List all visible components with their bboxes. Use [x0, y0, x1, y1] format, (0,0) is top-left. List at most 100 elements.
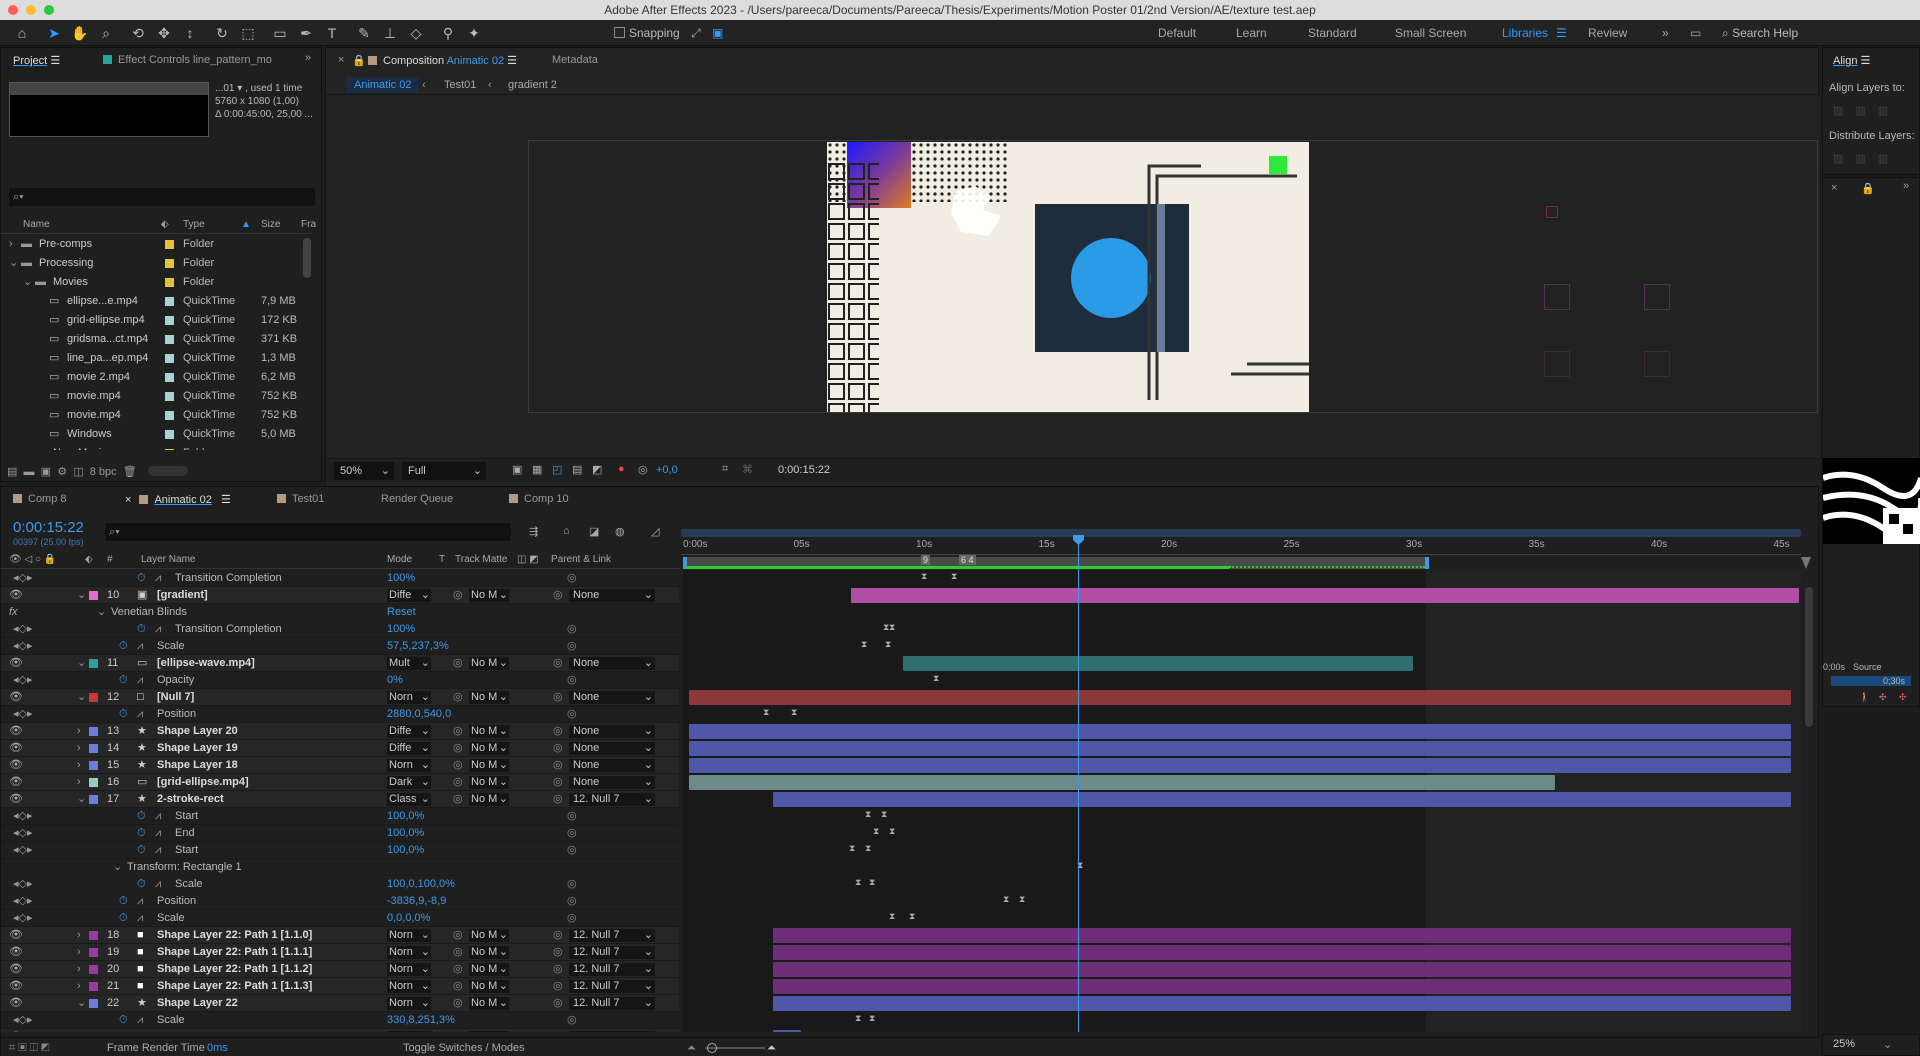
right-zoom-value[interactable]: 25% — [1833, 1038, 1855, 1050]
keyframe-navigator-icon[interactable]: ◂◇▸ — [13, 893, 33, 910]
disclosure-triangle-icon[interactable]: › — [77, 944, 81, 961]
project-item[interactable]: ⌄▬ New Movies Folder — [1, 444, 301, 450]
property-value[interactable]: 57,5,237,3% — [387, 638, 449, 655]
property-value[interactable]: 100,0% — [387, 825, 424, 842]
label-color-swatch[interactable] — [165, 240, 174, 249]
minimize-window-button[interactable] — [26, 5, 36, 15]
track-matte-pickwhip-icon[interactable]: ◎ — [453, 1029, 463, 1032]
property-row[interactable]: ◂◇▸ ⏱ ⩘ Position 2880,0,540,0 ◎ — [1, 706, 679, 723]
stopwatch-icon[interactable]: ⏱ — [137, 842, 146, 859]
label-color-swatch[interactable] — [165, 449, 174, 450]
color-channels-icon[interactable]: ● — [618, 463, 625, 475]
parent-dropdown[interactable]: 12. Null 7 ⌄ — [569, 980, 655, 993]
parent-dropdown[interactable]: 12. Null 7 ⌄ — [569, 929, 655, 942]
property-row[interactable]: ◂◇▸ ⏱ ⩘ Scale 330,8,251,3% ◎ — [1, 1012, 679, 1029]
track-matte-dropdown[interactable]: No M⌄ — [469, 742, 509, 755]
breadcrumb-item[interactable]: Test01 — [444, 79, 476, 91]
keyframe-icon[interactable]: ⧗ — [881, 809, 889, 820]
label-color-swatch[interactable] — [89, 761, 98, 770]
expression-pickwhip-icon[interactable]: ◎ — [567, 842, 577, 859]
close-window-button[interactable] — [8, 5, 18, 15]
visibility-eye-icon[interactable]: 👁 — [9, 978, 23, 995]
project-item[interactable]: › ▬ Pre-comps Folder — [1, 235, 301, 254]
workspace-default[interactable]: Default — [1158, 26, 1196, 40]
track-matte-dropdown[interactable]: No M⌄ — [469, 725, 509, 738]
parent-pickwhip-icon[interactable]: ◎ — [553, 978, 563, 995]
disclosure-triangle-icon[interactable]: › — [77, 757, 81, 774]
label-color-swatch[interactable] — [165, 411, 174, 420]
keyframe-icon[interactable]: ⧗ — [889, 622, 897, 633]
blend-mode-dropdown[interactable]: Diffe ⌄ — [387, 742, 431, 755]
layer-duration-bar[interactable] — [773, 979, 1791, 994]
blend-mode-dropdown[interactable]: Class ⌄ — [387, 793, 431, 806]
layer-name[interactable]: Shape Layer 2 — [157, 1029, 232, 1032]
layer-row[interactable]: 👁 › 16 ▭ [grid-ellipse.mp4] Dark ⌄ ◎ No M ⌄ ◎ None ⌄ — [1, 774, 679, 791]
label-color-swatch[interactable] — [165, 430, 174, 439]
effect-icon[interactable]: fx — [9, 604, 18, 621]
property-row[interactable]: ◂◇▸ ⏱ ⩘ End 100,0% ◎ — [1, 825, 679, 842]
parent-pickwhip-icon[interactable]: ◎ — [553, 757, 563, 774]
graph-icon[interactable]: ⩘ — [155, 876, 161, 893]
visibility-eye-icon[interactable]: 👁 — [9, 723, 23, 740]
label-color-swatch[interactable] — [165, 354, 174, 363]
keyframe-icon[interactable]: ⧗ — [865, 809, 873, 820]
property-value[interactable]: 330,8,251,3% — [387, 1012, 455, 1029]
layer-name[interactable]: Shape Layer 18 — [157, 757, 238, 774]
bpc-label[interactable]: 8 bpc — [90, 466, 117, 478]
composition-viewer[interactable] — [326, 96, 1820, 502]
property-row[interactable]: ◂◇▸ ⏱ ⩘ Opacity 0% ◎ — [1, 672, 679, 689]
disclosure-triangle-icon[interactable]: › — [77, 927, 81, 944]
label-color-swatch[interactable] — [89, 999, 98, 1008]
layer-row[interactable]: 👁 ⌄ 22 ★ Shape Layer 22 Norn ⌄ ◎ No M ⌄ ◎ 12. Null … — [1, 995, 679, 1012]
keyframe-icon[interactable]: ⧗ — [861, 639, 869, 650]
graph-icon[interactable]: ⩘ — [137, 893, 143, 910]
property-value[interactable]: 100,0,100,0% — [387, 876, 455, 893]
workspace-standard[interactable]: Standard — [1308, 26, 1357, 40]
blend-mode-dropdown[interactable]: Norn ⌄ — [387, 691, 431, 704]
distribute-buttons[interactable]: ▥▥▥ — [1833, 152, 1900, 165]
breadcrumb-item[interactable]: gradient 2 — [508, 79, 557, 91]
layer-duration-bar[interactable] — [689, 775, 1555, 790]
metadata-tab[interactable]: Metadata — [552, 54, 598, 66]
panel-menu-icon[interactable]: ☰ — [1861, 55, 1871, 67]
current-time-display[interactable]: 0:00:15:22 — [13, 519, 84, 536]
track-matte-pickwhip-icon[interactable]: ◎ — [453, 791, 463, 808]
graph-icon[interactable]: ⩘ — [155, 570, 161, 587]
stopwatch-icon[interactable]: ⏱ — [137, 825, 146, 842]
expression-pickwhip-icon[interactable]: ◎ — [567, 621, 577, 638]
layer-name[interactable]: Shape Layer 22 — [157, 995, 238, 1012]
disclosure-triangle-icon[interactable]: ⌄ — [97, 604, 106, 621]
keyframe-icon[interactable]: ⧗ — [869, 877, 877, 888]
layer-search-input[interactable]: ⌕▾ — [105, 523, 511, 541]
column-parent[interactable]: Parent & Link — [551, 554, 611, 565]
stopwatch-icon[interactable]: ⏱ — [119, 672, 128, 689]
property-row[interactable]: ◂◇▸ ⏱ ⩘ Scale 100,0,100,0% ◎ — [1, 876, 679, 893]
layer-name[interactable]: Shape Layer 19 — [157, 740, 238, 757]
project-tab[interactable]: Project ☰ — [13, 54, 60, 67]
time-ruler[interactable]: 0:00s 05s 10s 15s 20s 25s 30s 35s 40s 45s 9 6 4 — [681, 521, 1811, 569]
track-matte-dropdown[interactable]: No M⌄ — [469, 691, 509, 704]
layer-name[interactable]: [gradient] — [157, 587, 208, 604]
interpret-footage-icon[interactable]: ▤ — [7, 466, 17, 478]
blend-mode-dropdown[interactable]: Diffe ⌄ — [387, 589, 431, 602]
playhead[interactable] — [1078, 535, 1079, 1032]
brush-tool-icon[interactable]: ✎ — [354, 23, 374, 43]
blend-mode-dropdown[interactable]: Dark ⌄ — [387, 776, 431, 789]
blend-mode-dropdown[interactable]: Diffe ⌄ — [387, 725, 431, 738]
track-matte-pickwhip-icon[interactable]: ◎ — [453, 723, 463, 740]
adjust-icon[interactable]: ⚙ — [57, 466, 67, 478]
label-color-swatch[interactable] — [165, 316, 174, 325]
project-item[interactable]: ⌄ ▬ Movies Folder — [1, 273, 301, 292]
rotation-tool-icon[interactable]: ↻ — [212, 23, 232, 43]
track-matte-pickwhip-icon[interactable]: ◎ — [453, 689, 463, 706]
disclosure-triangle-icon[interactable]: ⌄ — [9, 254, 18, 273]
parent-pickwhip-icon[interactable]: ◎ — [553, 740, 563, 757]
property-value[interactable]: 100% — [387, 621, 415, 638]
track-matte-pickwhip-icon[interactable]: ◎ — [453, 961, 463, 978]
snap-icon[interactable]: ⤢ — [691, 26, 701, 40]
zoom-tool-icon[interactable]: ⌕ — [96, 23, 116, 43]
layer-row[interactable]: 👁 ⌄ 12 □ [Null 7] Norn ⌄ ◎ No M ⌄ ◎ None ⌄ — [1, 689, 679, 706]
disclosure-triangle-icon[interactable]: › — [77, 774, 81, 791]
project-scrollbar[interactable] — [303, 238, 311, 278]
stopwatch-icon[interactable]: ⏱ — [137, 621, 146, 638]
